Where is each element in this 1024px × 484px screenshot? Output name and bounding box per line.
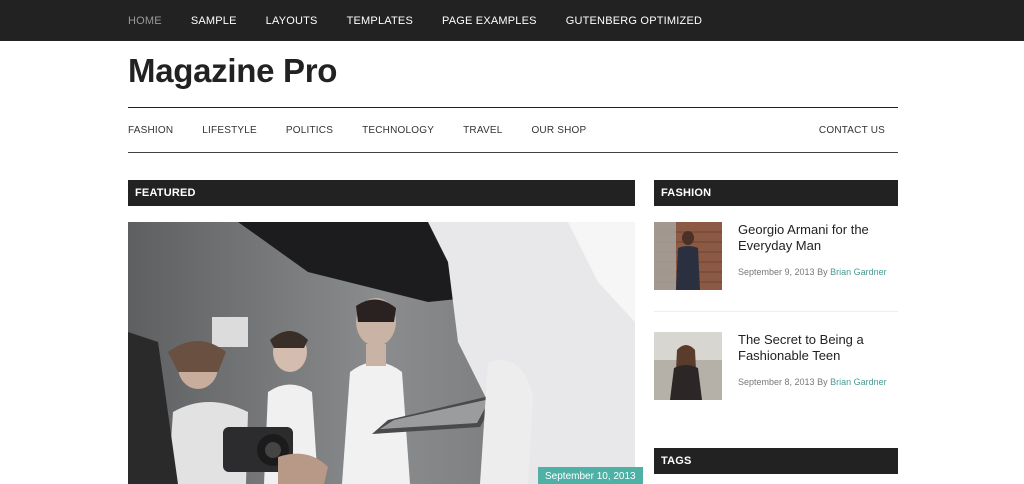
category-nav-contact-us[interactable]: CONTACT US	[819, 125, 885, 136]
top-nav-gutenberg-optimized[interactable]: GUTENBERG OPTIMIZED	[566, 15, 702, 27]
top-nav-templates[interactable]: TEMPLATES	[347, 15, 413, 27]
category-nav-politics[interactable]: POLITICS	[286, 125, 333, 136]
fashion-widget-heading: FASHION	[654, 180, 898, 206]
featured-image[interactable]	[128, 222, 635, 484]
top-nav-page-examples[interactable]: PAGE EXAMPLES	[442, 15, 537, 27]
top-nav-home[interactable]: HOME	[128, 15, 162, 27]
post-byline: By	[817, 267, 828, 277]
post-title[interactable]: The Secret to Being a Fashionable Teen	[738, 332, 898, 364]
fashion-backstage-photo	[128, 222, 635, 484]
category-navigation: FASHION LIFESTYLE POLITICS TECHNOLOGY TR…	[128, 108, 898, 152]
post-author[interactable]: Brian Gardner	[830, 267, 887, 277]
tags-widget-heading: TAGS	[654, 448, 898, 474]
teen-portrait-thumbnail	[654, 332, 722, 400]
category-nav-travel[interactable]: TRAVEL	[463, 125, 502, 136]
top-navigation: HOME SAMPLE LAYOUTS TEMPLATES PAGE EXAMP…	[128, 0, 731, 41]
category-nav-our-shop[interactable]: OUR SHOP	[531, 125, 586, 136]
top-bar: HOME SAMPLE LAYOUTS TEMPLATES PAGE EXAMP…	[0, 0, 1024, 41]
top-nav-layouts[interactable]: LAYOUTS	[266, 15, 318, 27]
featured-date-badge: September 10, 2013	[538, 467, 643, 484]
post-title[interactable]: Georgio Armani for the Everyday Man	[738, 222, 898, 254]
category-nav-fashion[interactable]: FASHION	[128, 125, 173, 136]
post-date: September 8, 2013	[738, 377, 815, 387]
man-portrait-thumbnail	[654, 222, 722, 290]
category-nav-technology[interactable]: TECHNOLOGY	[362, 125, 434, 136]
site-title[interactable]: Magazine Pro	[128, 52, 337, 90]
post-thumbnail[interactable]	[654, 222, 722, 290]
post-meta: September 8, 2013 By Brian Gardner	[738, 377, 887, 387]
category-nav-lifestyle[interactable]: LIFESTYLE	[202, 125, 257, 136]
post-meta: September 9, 2013 By Brian Gardner	[738, 267, 887, 277]
post-date: September 9, 2013	[738, 267, 815, 277]
top-nav-sample[interactable]: SAMPLE	[191, 15, 237, 27]
post-byline: By	[817, 377, 828, 387]
post-author[interactable]: Brian Gardner	[830, 377, 887, 387]
post-thumbnail[interactable]	[654, 332, 722, 400]
nav-bottom-divider	[128, 152, 898, 153]
post-divider	[654, 311, 898, 312]
featured-heading: FEATURED	[128, 180, 635, 206]
